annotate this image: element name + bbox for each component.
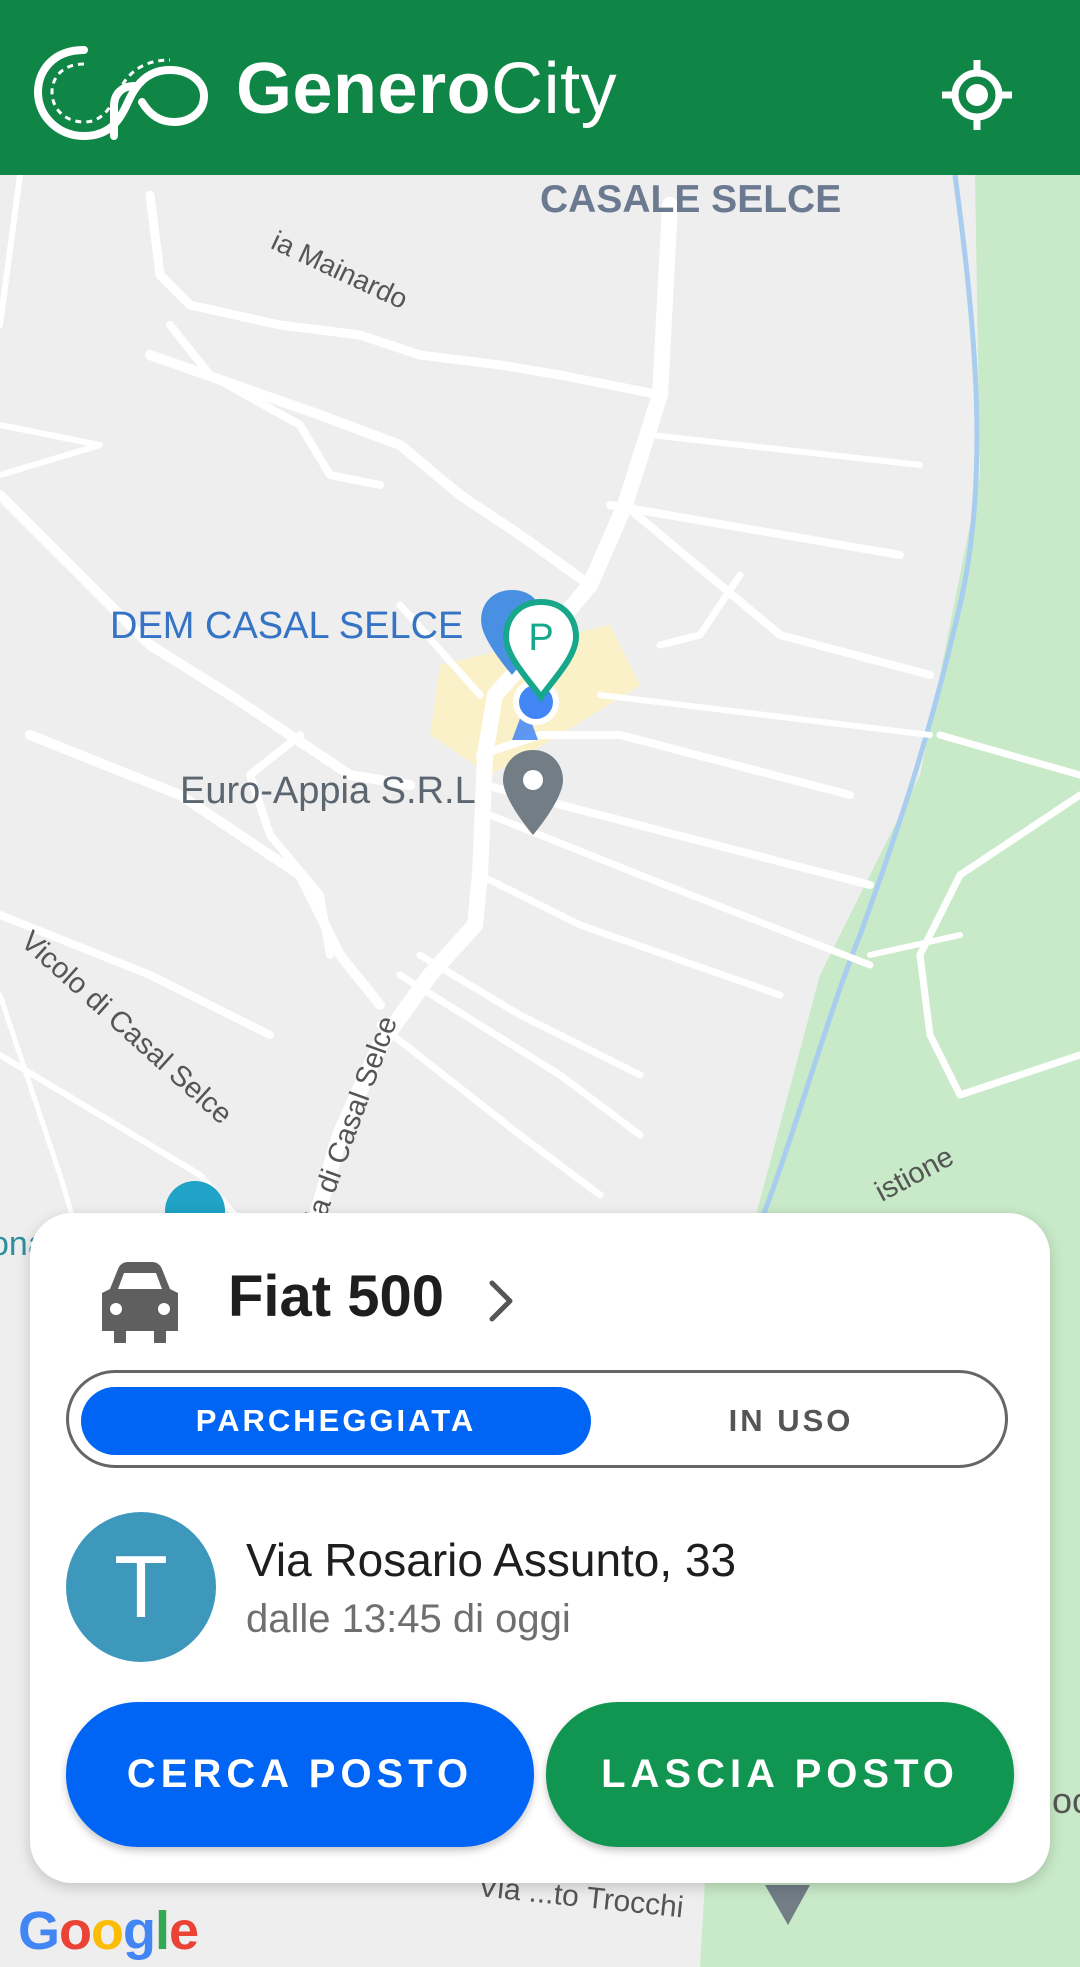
lascia-posto-button[interactable]: LASCIA POSTO — [546, 1702, 1014, 1847]
map-label-oc: oc — [1052, 1780, 1080, 1821]
status-toggle: PARCHEGGIATA IN USO — [66, 1370, 1008, 1468]
car-icon — [102, 1262, 178, 1343]
parking-address: Via Rosario Assunto, 33 — [246, 1534, 737, 1586]
google-logo: Google — [18, 1901, 199, 1961]
parking-since: dalle 13:45 di oggi — [246, 1597, 571, 1641]
chevron-right-icon[interactable] — [482, 1273, 522, 1329]
gps-locate-icon[interactable] — [940, 58, 1014, 132]
map-label-dem-casal-selce: DEM CASAL SELCE — [110, 605, 464, 647]
map-label-casale-selce: CASALE SELCE — [540, 178, 842, 221]
generocity-logo-icon — [33, 46, 209, 141]
brand-title-bold: Genero — [236, 49, 492, 129]
toggle-parcheggiata[interactable]: PARCHEGGIATA — [81, 1387, 591, 1455]
vehicle-card: Fiat 500 PARCHEGGIATA IN USO T Via Rosar… — [30, 1213, 1050, 1883]
parking-pin-letter: P — [528, 617, 553, 659]
map-label-euro-appia: Euro-Appia S.R.L — [180, 770, 476, 812]
toggle-in-uso[interactable]: IN USO — [593, 1387, 989, 1455]
brand-title: GeneroCity — [236, 48, 617, 130]
cerca-posto-button[interactable]: CERCA POSTO — [66, 1702, 534, 1847]
app-header: GeneroCity — [0, 0, 1080, 175]
avatar: T — [66, 1512, 216, 1662]
vehicle-name[interactable]: Fiat 500 — [228, 1263, 444, 1330]
brand-title-light: City — [491, 49, 618, 129]
